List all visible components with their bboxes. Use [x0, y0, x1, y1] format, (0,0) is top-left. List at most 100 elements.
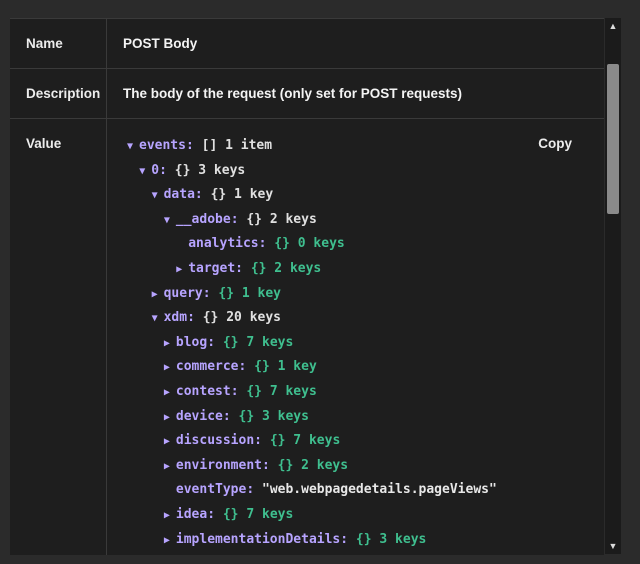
- tree-key: discussion: [175, 433, 255, 449]
- collapsed-arrow-icon[interactable]: ▶: [164, 531, 176, 551]
- expanded-arrow-icon[interactable]: ▼: [139, 162, 151, 182]
- expanded-arrow-icon[interactable]: ▼: [127, 137, 139, 157]
- tree-key: commerce: [175, 359, 239, 375]
- tree-count: 0 keys: [289, 236, 345, 252]
- property-panel: Name POST Body Description The body of t…: [10, 18, 604, 555]
- scroll-down-icon[interactable]: ▼: [605, 538, 621, 554]
- tree-colon: :: [261, 457, 278, 473]
- tree-key: analytics: [188, 236, 259, 252]
- tree-colon: :: [254, 433, 270, 449]
- tree-node[interactable]: ▶ device: {} 3 keys: [164, 407, 309, 427]
- tree-colon: :: [258, 236, 275, 252]
- expanded-arrow-icon[interactable]: ▼: [152, 186, 164, 206]
- collapsed-arrow-icon[interactable]: ▶: [164, 408, 176, 428]
- collapsed-arrow-icon[interactable]: ▶: [164, 506, 176, 526]
- tree-key: query: [163, 285, 203, 301]
- tree-type-brace: {}: [254, 359, 270, 375]
- tree-node[interactable]: ▶ query: {} 1 key: [152, 284, 281, 304]
- value-label: Value: [10, 119, 107, 555]
- tree-node[interactable]: ▶ implementationDetails: {} 3 keys: [164, 530, 426, 550]
- tree-type-brace: {}: [218, 285, 235, 301]
- name-label: Name: [10, 19, 107, 68]
- tree-count: 3 keys: [190, 162, 246, 178]
- tree-count: 7 keys: [262, 384, 317, 399]
- vertical-scrollbar[interactable]: ▲ ▼: [605, 18, 621, 554]
- tree-key: xdm: [163, 310, 188, 326]
- tree-count: 1 key: [226, 187, 274, 203]
- tree-colon: :: [185, 138, 202, 153]
- tree-node[interactable]: ▼ data: {} 1 key: [152, 185, 274, 205]
- tree-colon: :: [246, 482, 262, 498]
- tree-count: 7 keys: [238, 507, 294, 522]
- tree-node[interactable]: ▶ discussion: {} 7 keys: [164, 431, 340, 451]
- tree-node[interactable]: ▶ contest: {} 7 keys: [164, 382, 317, 402]
- tree-node[interactable]: ▼ xdm: {} 20 keys: [152, 308, 281, 328]
- collapsed-arrow-icon[interactable]: ▶: [176, 260, 188, 280]
- tree-type-brace: {}: [174, 162, 191, 178]
- tree-type-brace: {}: [246, 384, 262, 399]
- tree-type-brace: {}: [250, 261, 267, 276]
- tree-key: 0: [151, 162, 160, 178]
- collapsed-arrow-icon[interactable]: ▶: [164, 358, 176, 378]
- tree-type-brace: []: [201, 138, 218, 153]
- tree-colon: :: [238, 359, 255, 375]
- tree-node[interactable]: ▶ target: {} 2 keys: [176, 259, 321, 279]
- tree-type-brace: {}: [202, 310, 219, 326]
- collapsed-arrow-icon[interactable]: ▶: [164, 457, 176, 477]
- tree-colon: :: [207, 334, 223, 350]
- tree-colon: :: [222, 408, 239, 424]
- tree-type-brace: {}: [246, 211, 262, 227]
- tree-type-brace: {}: [222, 334, 239, 350]
- tree-colon: :: [194, 187, 211, 203]
- tree-count: 1 item: [217, 138, 273, 153]
- tree-type-brace: {}: [355, 531, 372, 547]
- tree-node[interactable]: ▶ idea: {} 7 keys: [164, 505, 293, 525]
- expanded-arrow-icon[interactable]: ▼: [152, 309, 164, 329]
- collapsed-arrow-icon[interactable]: ▶: [164, 383, 176, 403]
- tree-node[interactable]: ▶ commerce: {} 1 key: [164, 357, 317, 377]
- tree-node[interactable]: ▼ 0: {} 3 keys: [139, 161, 245, 181]
- tree-key: target: [188, 261, 236, 276]
- tree-colon: :: [230, 384, 247, 399]
- collapsed-arrow-icon[interactable]: ▶: [164, 334, 176, 354]
- description-value: The body of the request (only set for PO…: [123, 86, 463, 101]
- tree-count: 3 keys: [254, 408, 309, 424]
- value-content: ▼ events: [] 1 item ▼ 0: {} 3 keys ▼ data: {}…: [107, 119, 604, 555]
- tree-type-brace: {}: [210, 187, 227, 203]
- expanded-arrow-icon[interactable]: ▼: [164, 211, 176, 231]
- tree-type-brace: {}: [277, 457, 294, 473]
- collapsed-arrow-icon[interactable]: ▶: [152, 285, 164, 305]
- description-label: Description: [10, 69, 107, 118]
- tree-count: 7 keys: [238, 334, 294, 350]
- tree-colon: :: [202, 285, 219, 301]
- tree-colon: :: [230, 211, 247, 227]
- tree-key: data: [163, 187, 195, 203]
- tree-key: blog: [175, 334, 208, 350]
- collapsed-arrow-icon[interactable]: ▶: [164, 432, 176, 452]
- tree-key: environment: [175, 457, 262, 473]
- tree-key: implementationDetails: [175, 531, 341, 547]
- tree-key: contest: [175, 384, 231, 399]
- tree-colon: :: [187, 310, 203, 326]
- tree-node[interactable]: ▼ events: [] 1 item: [127, 136, 272, 156]
- tree-node[interactable]: ▶ environment: {} 2 keys: [164, 456, 348, 476]
- tree-node: analytics: {} 0 keys: [176, 234, 345, 254]
- name-value: POST Body: [123, 36, 198, 51]
- scrollbar-thumb[interactable]: [607, 64, 619, 214]
- scroll-up-icon[interactable]: ▲: [605, 18, 621, 34]
- copy-button[interactable]: Copy: [538, 136, 572, 151]
- tree-key: idea: [175, 507, 208, 522]
- name-row: Name POST Body: [10, 19, 604, 69]
- tree-node[interactable]: ▼ __adobe: {} 2 keys: [164, 210, 317, 230]
- tree-type-brace: {}: [269, 433, 286, 449]
- tree-node[interactable]: ▶ blog: {} 7 keys: [164, 333, 293, 353]
- tree-type-brace: {}: [238, 408, 255, 424]
- tree-count: 1 key: [234, 285, 282, 301]
- tree-key: eventType: [175, 482, 247, 498]
- tree-count: 20 keys: [218, 310, 282, 326]
- tree-count: 2 keys: [262, 211, 317, 227]
- tree-count: 7 keys: [285, 433, 341, 449]
- tree-count: 3 keys: [371, 531, 427, 547]
- tree-type-brace: {}: [222, 507, 239, 522]
- tree-colon: :: [159, 162, 175, 178]
